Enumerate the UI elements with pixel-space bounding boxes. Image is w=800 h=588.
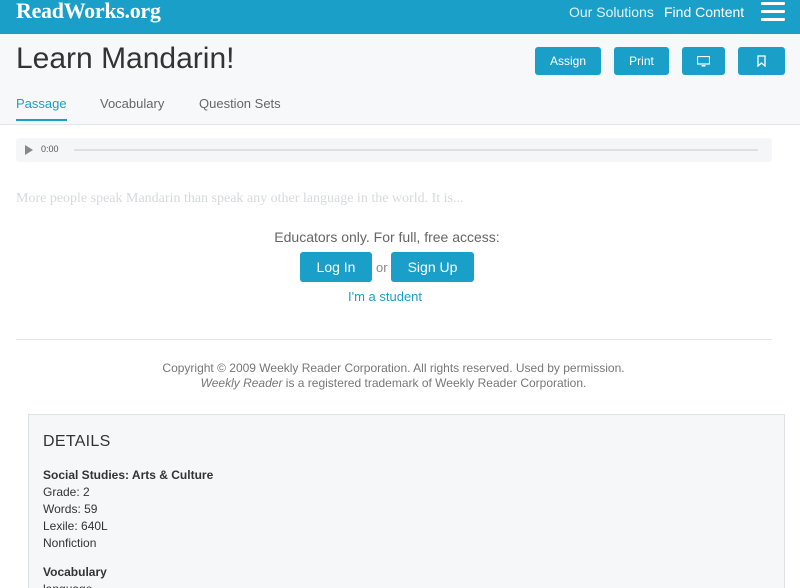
- present-button[interactable]: [682, 47, 725, 75]
- audio-player: 0:00: [16, 138, 772, 162]
- audio-time: 0:00: [41, 144, 59, 154]
- details-grade: Grade: 2: [43, 485, 90, 499]
- details-vocabulary-item: language: [43, 582, 92, 588]
- top-navigation-bar: ReadWorks.org Our Solutions Find Content: [0, 0, 800, 34]
- trademark-line: Weekly Reader is a registered trademark …: [0, 376, 787, 391]
- trademark-name: Weekly Reader: [200, 376, 283, 390]
- details-panel: DETAILS Social Studies: Arts & Culture G…: [28, 414, 785, 588]
- copyright-line: Copyright © 2009 Weekly Reader Corporati…: [162, 361, 625, 375]
- page-title: Learn Mandarin!: [16, 42, 235, 75]
- bookmark-icon: [757, 55, 766, 67]
- trademark-text: is a registered trademark of Weekly Read…: [282, 376, 587, 390]
- details-text-type: Nonfiction: [43, 536, 97, 550]
- details-lexile: Lexile: 640L: [43, 519, 108, 533]
- details-subject: Social Studies: Arts & Culture: [43, 468, 214, 482]
- or-separator: or: [376, 260, 388, 275]
- tab-vocabulary[interactable]: Vocabulary: [100, 96, 164, 111]
- print-button[interactable]: Print: [614, 47, 669, 75]
- details-heading: DETAILS: [43, 433, 111, 450]
- hamburger-menu-icon[interactable]: [761, 2, 785, 22]
- assign-button[interactable]: Assign: [535, 47, 601, 75]
- educators-access-prompt: Educators only. For full, free access:: [274, 229, 500, 245]
- log-in-button[interactable]: Log In: [300, 252, 372, 282]
- audio-progress-track[interactable]: [74, 149, 758, 151]
- details-vocabulary-heading: Vocabulary: [43, 565, 107, 579]
- sign-up-button[interactable]: Sign Up: [391, 252, 474, 282]
- play-icon[interactable]: [25, 145, 33, 155]
- divider: [16, 339, 772, 340]
- student-link[interactable]: I'm a student: [348, 289, 422, 304]
- bookmark-button[interactable]: [738, 47, 785, 75]
- readworks-logo[interactable]: ReadWorks.org: [16, 0, 161, 24]
- passage-excerpt: More people speak Mandarin than speak an…: [16, 191, 464, 206]
- monitor-icon: [697, 55, 710, 66]
- tab-question-sets[interactable]: Question Sets: [199, 96, 281, 111]
- details-words: Words: 59: [43, 502, 98, 516]
- nav-find-content[interactable]: Find Content: [664, 4, 744, 20]
- title-bar: Learn Mandarin! Assign Print Passage Voc…: [0, 34, 800, 125]
- tab-passage[interactable]: Passage: [16, 96, 67, 121]
- copyright-notice: Copyright © 2009 Weekly Reader Corporati…: [0, 361, 787, 391]
- nav-our-solutions[interactable]: Our Solutions: [569, 4, 654, 20]
